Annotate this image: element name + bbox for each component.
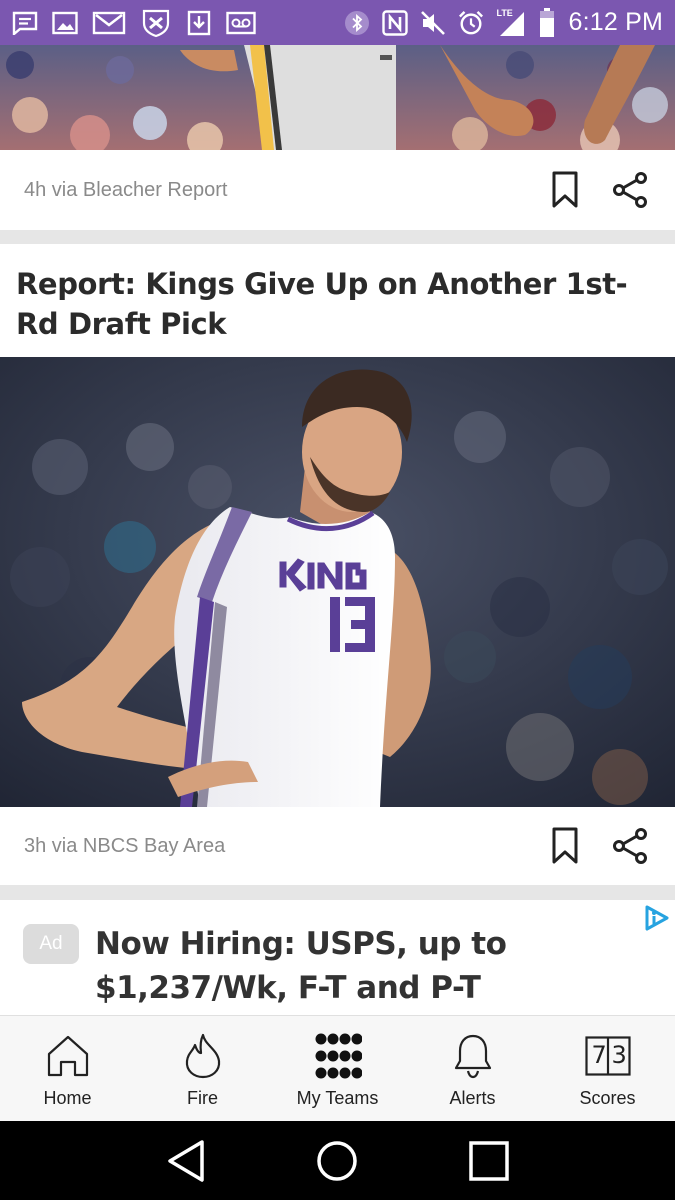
sponsored-ad-card[interactable]: Ad Now Hiring: USPS, up to $1,237/Wk, F-… [0, 900, 675, 1015]
article-source-2: 3h via NBCS Bay Area [24, 834, 226, 857]
team-logo-icon [140, 9, 172, 37]
card-divider [0, 885, 675, 900]
article-meta-2: 3h via NBCS Bay Area [0, 807, 675, 885]
scores-icon-digit-left: 7 [591, 1041, 607, 1069]
ad-headline[interactable]: Now Hiring: USPS, up to $1,237/Wk, F-T a… [95, 922, 651, 1010]
app-screen: LTE 6:12 PM 4h via Bleacher Report Repor… [0, 0, 675, 1200]
ad-badge: Ad [23, 924, 79, 964]
article-headline[interactable]: Report: Kings Give Up on Another 1st-Rd … [16, 264, 659, 344]
nav-home-label: Home [43, 1088, 92, 1108]
system-navigation-bar [0, 1121, 675, 1200]
adchoices-icon[interactable] [643, 904, 671, 932]
mute-icon [420, 10, 446, 36]
nfc-icon [382, 9, 409, 36]
voicemail-icon [226, 10, 256, 36]
image-icon [52, 10, 78, 36]
nav-fire-label: Fire [187, 1088, 218, 1108]
news-feed[interactable]: 4h via Bleacher Report Report: Kings Giv… [0, 45, 675, 1015]
card-divider [0, 230, 675, 244]
download-icon [186, 10, 212, 36]
home-icon [44, 1032, 92, 1080]
nav-alerts[interactable]: Alerts [405, 1016, 540, 1121]
alarm-icon [458, 10, 484, 36]
network-type-label: LTE [496, 7, 513, 18]
article-meta-1: 4h via Bleacher Report [0, 150, 675, 230]
battery-icon [538, 7, 556, 37]
clock: 6:12 PM [568, 8, 663, 36]
nav-my-teams[interactable]: My Teams [270, 1016, 405, 1121]
bell-icon [449, 1032, 497, 1080]
nav-fire[interactable]: Fire [135, 1016, 270, 1121]
article-source-1: 4h via Bleacher Report [24, 178, 228, 201]
status-bar: LTE 6:12 PM [0, 0, 675, 45]
nav-scores-label: Scores [579, 1088, 636, 1108]
status-system: LTE 6:12 PM [344, 7, 663, 37]
article-image[interactable] [0, 357, 675, 807]
nav-scores[interactable]: 7 3 Scores [540, 1016, 675, 1121]
recents-icon[interactable] [465, 1137, 513, 1185]
status-notifications [12, 9, 256, 37]
nav-home[interactable]: Home [0, 1016, 135, 1121]
gmail-icon [92, 10, 126, 36]
message-icon [12, 10, 38, 36]
scores-icon: 7 3 [584, 1032, 632, 1080]
home-circle-icon[interactable] [313, 1137, 361, 1185]
bottom-navigation: Home Fire My Teams Alerts 7 3 Scores [0, 1015, 675, 1121]
signal-icon: LTE [496, 7, 526, 36]
share-icon[interactable] [611, 826, 651, 866]
nav-my-teams-label: My Teams [296, 1088, 379, 1108]
fire-icon [179, 1032, 227, 1080]
bookmark-icon[interactable] [545, 170, 585, 210]
article-card-2[interactable]: Report: Kings Give Up on Another 1st-Rd … [0, 244, 675, 357]
bluetooth-icon [344, 10, 370, 36]
scores-icon-digit-right: 3 [611, 1041, 627, 1069]
share-icon[interactable] [611, 170, 651, 210]
bookmark-icon[interactable] [545, 826, 585, 866]
grid-dots-icon [314, 1032, 362, 1080]
nav-alerts-label: Alerts [449, 1088, 496, 1108]
article-image-previous[interactable] [0, 45, 675, 150]
back-icon[interactable] [162, 1137, 210, 1185]
